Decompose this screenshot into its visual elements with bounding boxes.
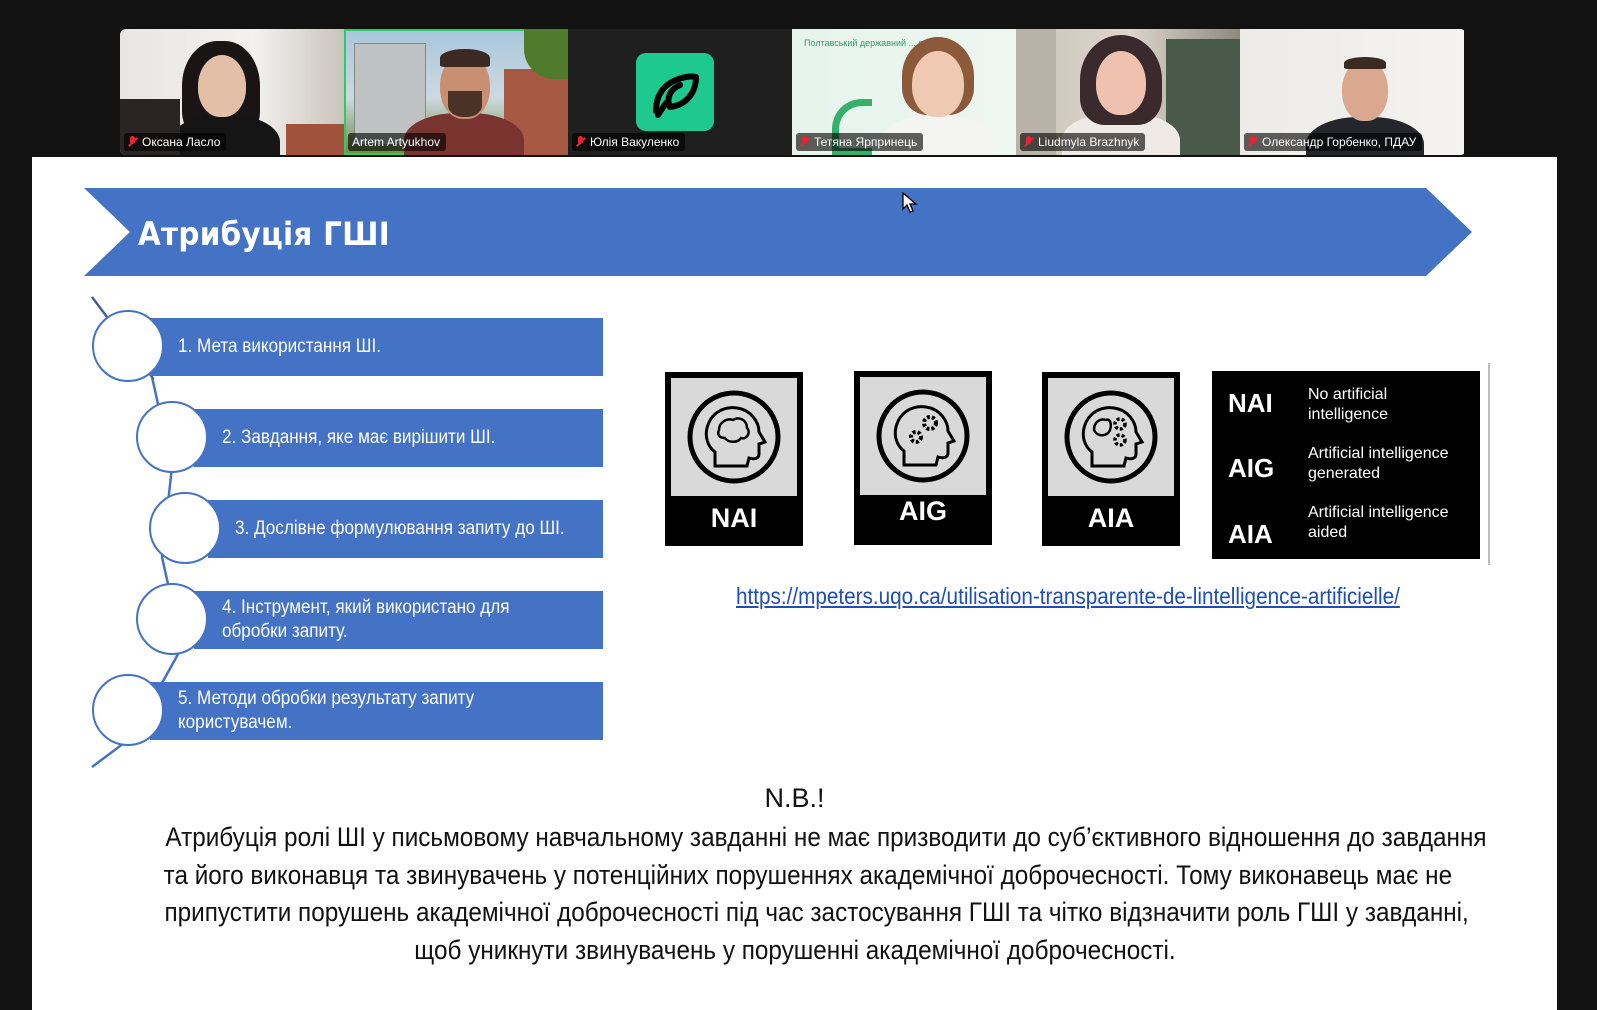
participant-name: Олександр Горбенко, ПДАУ bbox=[1244, 133, 1423, 151]
participant-tile[interactable]: Юлія Вакуленко bbox=[568, 29, 792, 155]
step-circle bbox=[149, 492, 221, 564]
step-circle bbox=[136, 583, 208, 655]
participant-tile[interactable]: Полтавський державний ... рситет Тетяна … bbox=[792, 29, 1016, 155]
participant-name: Тетяна Ярпринець bbox=[796, 133, 924, 151]
step-circle bbox=[92, 674, 164, 746]
nb-line: припустити порушень академічної доброчес… bbox=[164, 897, 1469, 927]
participant-tile[interactable]: Олександр Горбенко, ПДАУ bbox=[1240, 29, 1464, 155]
legend-code: NAI bbox=[1228, 388, 1273, 418]
shared-slide: Атрибуція ГШІ 1. Мета використання ШІ. 2… bbox=[32, 157, 1557, 1010]
mic-muted-icon bbox=[1024, 136, 1033, 148]
nb-line: та його виконавця та звинувачень у потен… bbox=[163, 859, 1453, 890]
mic-muted-icon bbox=[800, 136, 809, 148]
nb-line: Атрибуція ролі ШІ у письмовому навчально… bbox=[165, 822, 1487, 852]
legend-description: Artificial intelligence aided bbox=[1308, 504, 1449, 541]
mic-muted-icon bbox=[576, 136, 585, 148]
step-circle bbox=[92, 310, 164, 382]
head-brain-gears-icon bbox=[1064, 390, 1158, 484]
legend-description: Artificial intelligence generated bbox=[1308, 445, 1449, 482]
badge-aia: AIA bbox=[1042, 372, 1180, 546]
divider bbox=[1488, 363, 1490, 565]
participant-tile-active-speaker[interactable]: Artem Artyukhov bbox=[344, 29, 568, 155]
step-circle bbox=[136, 401, 208, 473]
participant-name: Юлія Вакуленко bbox=[572, 133, 686, 151]
nb-paragraph: Атрибуція ролі ШІ у письмовому навчально… bbox=[92, 819, 1497, 969]
attribution-step: 3. Дослівне формулювання запиту до ШІ. bbox=[208, 500, 603, 558]
nb-line: щоб уникнути звинувачень у порушенні ака… bbox=[413, 934, 1176, 965]
mouse-cursor-icon bbox=[902, 192, 918, 213]
nb-heading: N.B.! bbox=[764, 783, 825, 813]
legend-code: AIG bbox=[1228, 453, 1275, 483]
participant-name: Liudmyla Brazhnyk bbox=[1020, 133, 1146, 151]
participant-name: Оксана Ласло bbox=[124, 133, 227, 151]
participant-tile[interactable]: Liudmyla Brazhnyk bbox=[1016, 29, 1240, 155]
badge-aig: AIG bbox=[854, 371, 992, 545]
source-link[interactable]: https://mpeters.uqo.ca/utilisation-trans… bbox=[736, 583, 1400, 610]
participant-name: Artem Artyukhov bbox=[348, 133, 447, 151]
badge-legend: NAI No artificial intelligence AIG Artif… bbox=[1212, 371, 1480, 559]
participant-tile[interactable]: Оксана Ласло bbox=[120, 29, 344, 155]
attribution-step: 2. Завдання, яке має вирішити ШІ. bbox=[194, 409, 603, 467]
app-logo-icon bbox=[636, 53, 714, 131]
head-brain-icon bbox=[687, 390, 781, 484]
participant-strip: Оксана Ласло Artem Artyukhov Юлія Вакуле… bbox=[120, 29, 1466, 155]
attribution-step: 1. Мета використання ШІ. bbox=[150, 318, 603, 376]
legend-description: No artificial intelligence bbox=[1308, 386, 1389, 423]
legend-code: AIA bbox=[1228, 519, 1273, 549]
attribution-step: 4. Інструмент, який використано для обро… bbox=[194, 591, 603, 649]
attribution-step: 5. Методи обробки результату запиту кори… bbox=[150, 682, 603, 740]
mic-muted-icon bbox=[128, 136, 137, 148]
mic-muted-icon bbox=[1248, 136, 1257, 148]
badge-nai: NAI bbox=[665, 372, 803, 546]
head-gears-icon bbox=[876, 389, 970, 483]
